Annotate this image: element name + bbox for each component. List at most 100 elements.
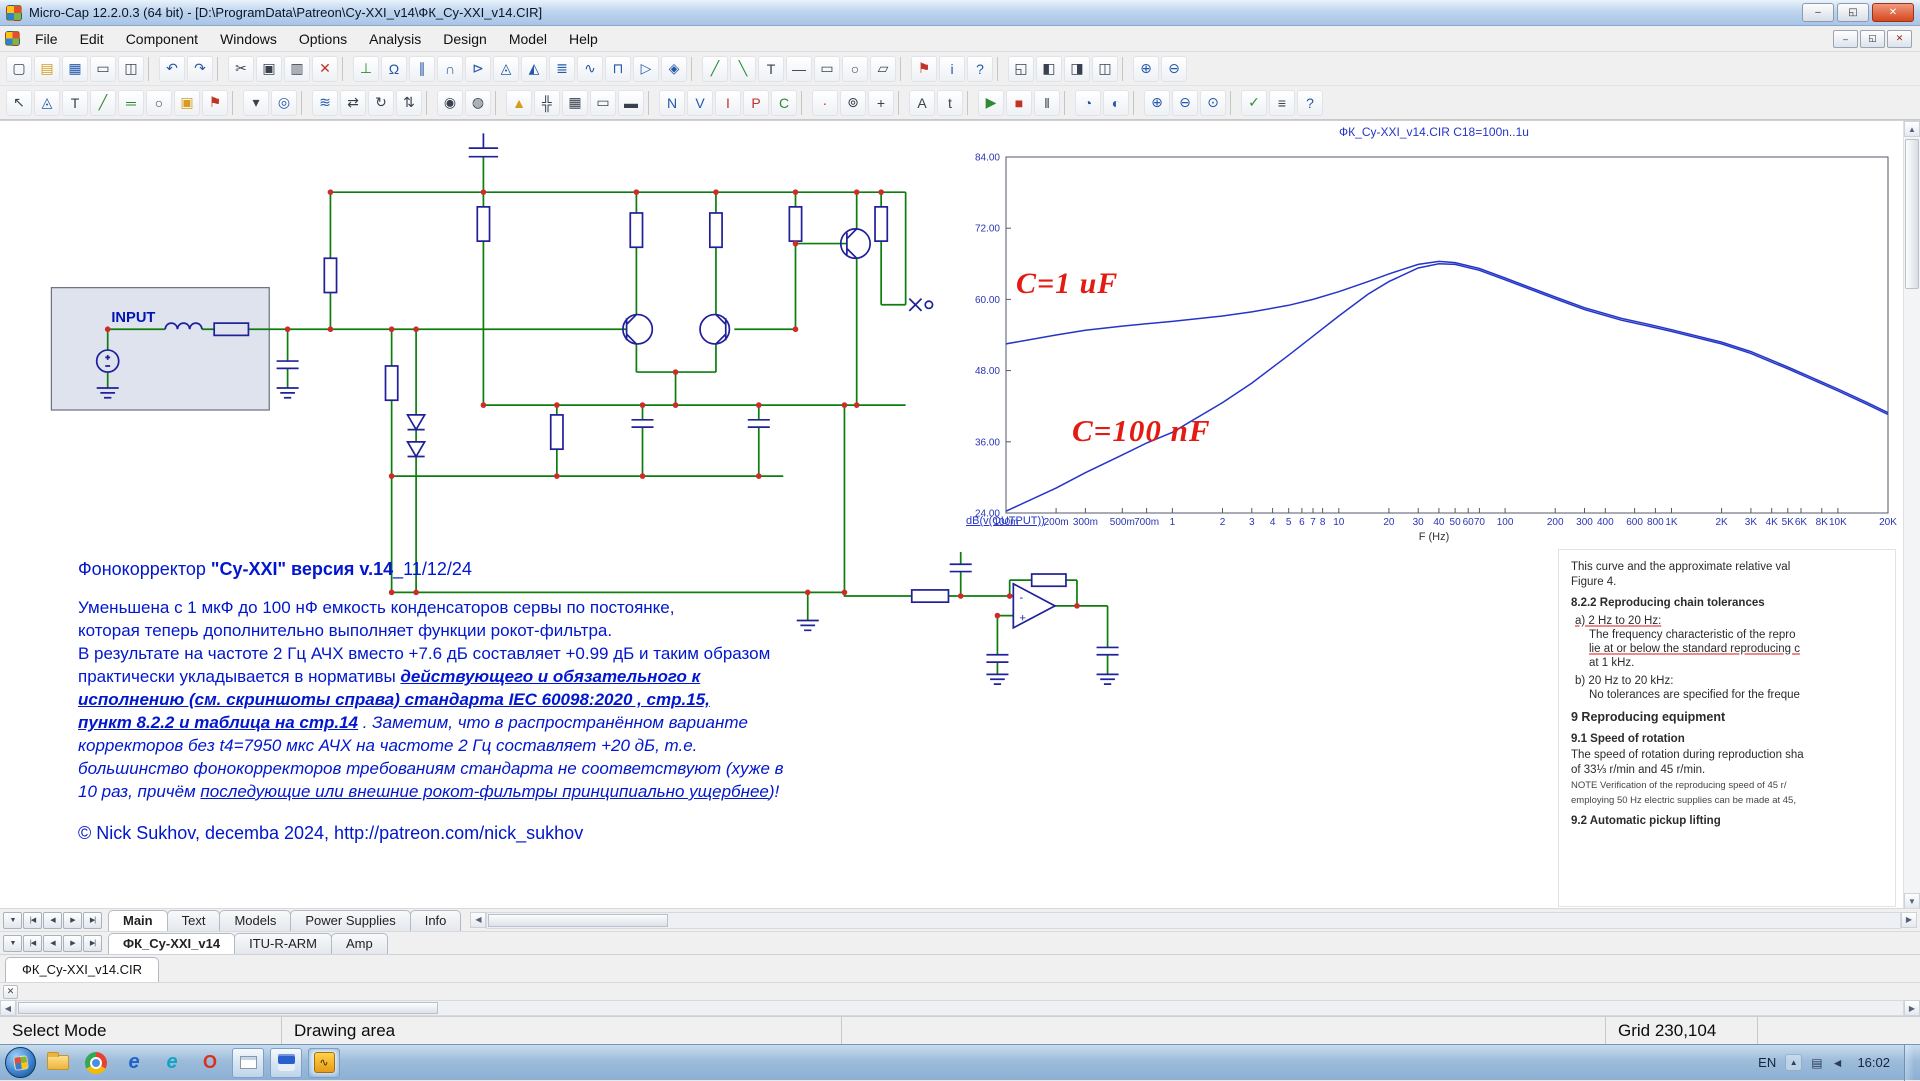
clock[interactable]: 16:02: [1857, 1055, 1890, 1070]
repeat-find-icon[interactable]: ◍: [465, 90, 491, 116]
flag-mode-icon[interactable]: ⚑: [202, 90, 228, 116]
macro-component-icon[interactable]: ◈: [661, 56, 687, 82]
scrollbar-thumb[interactable]: [488, 914, 668, 927]
step-mode-icon[interactable]: ≋: [312, 90, 338, 116]
menu-file[interactable]: File: [24, 27, 69, 51]
tile-horizontal-icon[interactable]: ◧: [1036, 56, 1062, 82]
pulse-source-component-icon[interactable]: ⊓: [605, 56, 631, 82]
text-mode-icon[interactable]: T: [758, 56, 784, 82]
delete-icon[interactable]: ✕: [312, 56, 338, 82]
sine-source-component-icon[interactable]: ∿: [577, 56, 603, 82]
grid-toggle-icon[interactable]: ▦: [562, 90, 588, 116]
scroll-left-button[interactable]: ◀: [470, 912, 486, 928]
menu-help[interactable]: Help: [558, 27, 609, 51]
print-icon[interactable]: ▭: [90, 56, 116, 82]
rotate-icon[interactable]: ↻: [368, 90, 394, 116]
menu-design[interactable]: Design: [432, 27, 498, 51]
diode-component-icon[interactable]: ⊳: [465, 56, 491, 82]
capacitor-component-icon[interactable]: ∥: [409, 56, 435, 82]
tab-models[interactable]: Models: [219, 910, 291, 931]
pause-analysis-icon[interactable]: ‖: [1034, 90, 1060, 116]
scrollbar-track[interactable]: [486, 912, 1901, 929]
warning-check-icon[interactable]: ▲: [506, 90, 532, 116]
check-model-icon[interactable]: ✓: [1241, 90, 1267, 116]
menu-options[interactable]: Options: [288, 27, 358, 51]
zoom-in-icon[interactable]: ⊕: [1144, 90, 1170, 116]
cut-icon[interactable]: ✂: [228, 56, 254, 82]
scroll-right-button[interactable]: ▶: [1901, 912, 1917, 928]
close-pane-button[interactable]: ✕: [3, 985, 18, 999]
pane-horizontal-scrollbar[interactable]: ◀ ▶: [470, 912, 1917, 929]
minimize-button[interactable]: –: [1802, 3, 1834, 22]
opamp-component-icon[interactable]: ▷: [633, 56, 659, 82]
last-tab-button[interactable]: ▶|: [83, 935, 102, 952]
last-tab-button[interactable]: ▶|: [83, 912, 102, 929]
rubberband-icon[interactable]: ╬: [534, 90, 560, 116]
bus-tool-icon[interactable]: ═: [118, 90, 144, 116]
close-button[interactable]: ✕: [1872, 3, 1914, 22]
title-block-icon[interactable]: ▬: [618, 90, 644, 116]
show-desktop-button[interactable]: [1904, 1045, 1913, 1081]
save-tool-taskbar-item[interactable]: [270, 1048, 302, 1078]
drawing-area[interactable]: INPUT - + ФК_Су-XXI_v14.CIR C18=100n..1u…: [0, 120, 1920, 908]
line-tool-icon[interactable]: ―: [786, 56, 812, 82]
volume-tray-icon[interactable]: ◄: [1832, 1056, 1844, 1070]
battery-component-icon[interactable]: ≣: [549, 56, 575, 82]
zoom-area-icon[interactable]: ⊙: [1200, 90, 1226, 116]
node-numbers-icon[interactable]: N: [659, 90, 685, 116]
wire-tool-icon[interactable]: ╱: [90, 90, 116, 116]
file-explorer-icon[interactable]: [42, 1048, 74, 1078]
zoom-out-icon[interactable]: ⊖: [1161, 56, 1187, 82]
first-tab-button[interactable]: |◀: [23, 935, 42, 952]
internet-explorer-icon[interactable]: e: [118, 1048, 150, 1078]
scroll-down-button[interactable]: ▼: [1904, 893, 1920, 908]
next-tab-button[interactable]: ▶: [63, 912, 82, 929]
input-source-box[interactable]: [51, 288, 269, 410]
help-icon[interactable]: ?: [967, 56, 993, 82]
component-mode-icon[interactable]: ◬: [34, 90, 60, 116]
scrollbar-track[interactable]: [16, 1000, 1904, 1016]
tab-power-supplies[interactable]: Power Supplies: [290, 910, 410, 931]
edge-browser-icon[interactable]: e: [156, 1048, 188, 1078]
horizontal-scrollbar[interactable]: ◀ ▶: [0, 1000, 1920, 1016]
first-tab-button[interactable]: |◀: [23, 912, 42, 929]
menu-edit[interactable]: Edit: [69, 27, 115, 51]
mdi-minimize-button[interactable]: –: [1833, 30, 1858, 48]
diagonal-wire-mode-icon[interactable]: ╲: [730, 56, 756, 82]
ellipse-tool-icon[interactable]: ○: [842, 56, 868, 82]
pnp-component-icon[interactable]: ◭: [521, 56, 547, 82]
scrollbar-thumb[interactable]: [1905, 139, 1919, 289]
picture-file-icon[interactable]: ▣: [174, 90, 200, 116]
tab-itu-r-arm[interactable]: ITU-R-ARM: [234, 933, 332, 954]
save-circuit-icon[interactable]: ▦: [62, 56, 88, 82]
currents-icon[interactable]: I: [715, 90, 741, 116]
run-analysis-icon[interactable]: ▶: [978, 90, 1004, 116]
show-hidden-icons-button[interactable]: ▲: [1785, 1054, 1802, 1071]
menu-component[interactable]: Component: [115, 27, 209, 51]
rectangle-tool-icon[interactable]: ▭: [814, 56, 840, 82]
mdi-close-button[interactable]: ✕: [1887, 30, 1912, 48]
resistor-component-icon[interactable]: Ω: [381, 56, 407, 82]
free-text-icon[interactable]: t: [937, 90, 963, 116]
menu-model[interactable]: Model: [498, 27, 558, 51]
wire-mode-icon[interactable]: ╱: [702, 56, 728, 82]
tab-text[interactable]: Text: [167, 910, 221, 931]
restore-button[interactable]: ◱: [1837, 3, 1869, 22]
cross-hair-icon[interactable]: +: [868, 90, 894, 116]
tab-fk-su-xxi-v14[interactable]: ФК_Су-XXI_v14: [108, 933, 235, 954]
language-indicator[interactable]: EN: [1758, 1055, 1776, 1070]
flip-icon[interactable]: ⇅: [396, 90, 422, 116]
border-toggle-icon[interactable]: ▭: [590, 90, 616, 116]
print-preview-icon[interactable]: ◫: [118, 56, 144, 82]
micro-cap-taskbar-item[interactable]: ∿: [308, 1048, 340, 1078]
stop-analysis-icon[interactable]: ■: [1006, 90, 1032, 116]
mdi-restore-button[interactable]: ◱: [1860, 30, 1885, 48]
find-component-icon[interactable]: ◎: [271, 90, 297, 116]
scroll-right-button[interactable]: ▶: [1904, 1000, 1920, 1016]
component-list-icon[interactable]: ▾: [243, 90, 269, 116]
redo-icon[interactable]: ↷: [187, 56, 213, 82]
open-circuit-icon[interactable]: ▤: [34, 56, 60, 82]
calculator-icon[interactable]: ≡: [1269, 90, 1295, 116]
undo-icon[interactable]: ↶: [159, 56, 185, 82]
zoom-out-icon[interactable]: ⊖: [1172, 90, 1198, 116]
